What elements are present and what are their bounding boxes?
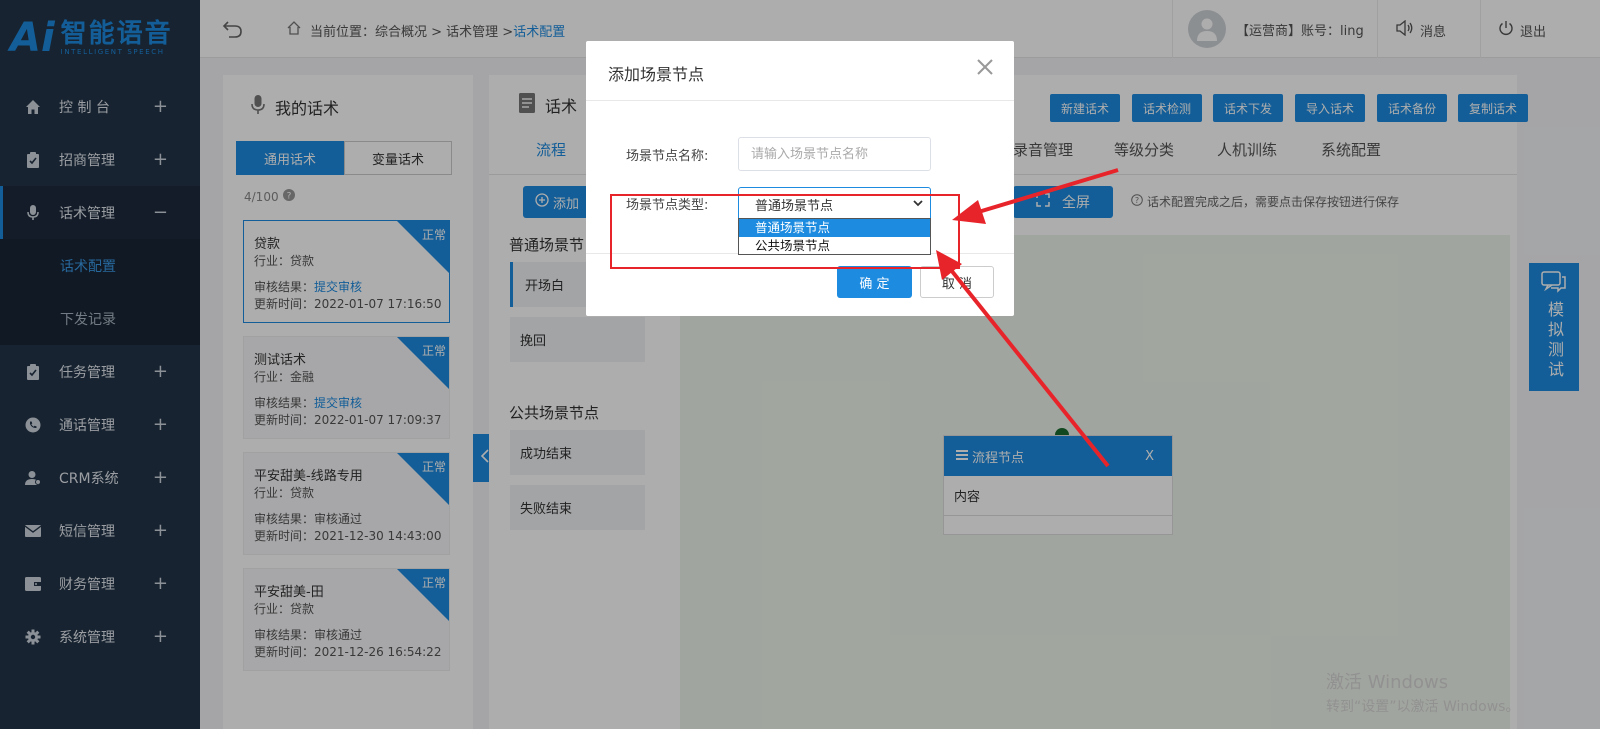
annotation-highlight-box [610,194,960,269]
node-name-input[interactable] [738,137,931,171]
node-name-label: 场景节点名称: [626,149,709,164]
dialog-header: 添加场景节点 [586,41,1014,101]
confirm-button[interactable]: 确 定 [837,266,912,298]
add-scene-node-dialog: 添加场景节点 场景节点名称: 场景节点类型: 普通场景节点 确 定 取 消 [586,41,1014,316]
cancel-button[interactable]: 取 消 [920,266,994,298]
close-icon[interactable] [976,57,994,82]
dialog-title: 添加场景节点 [608,65,705,84]
